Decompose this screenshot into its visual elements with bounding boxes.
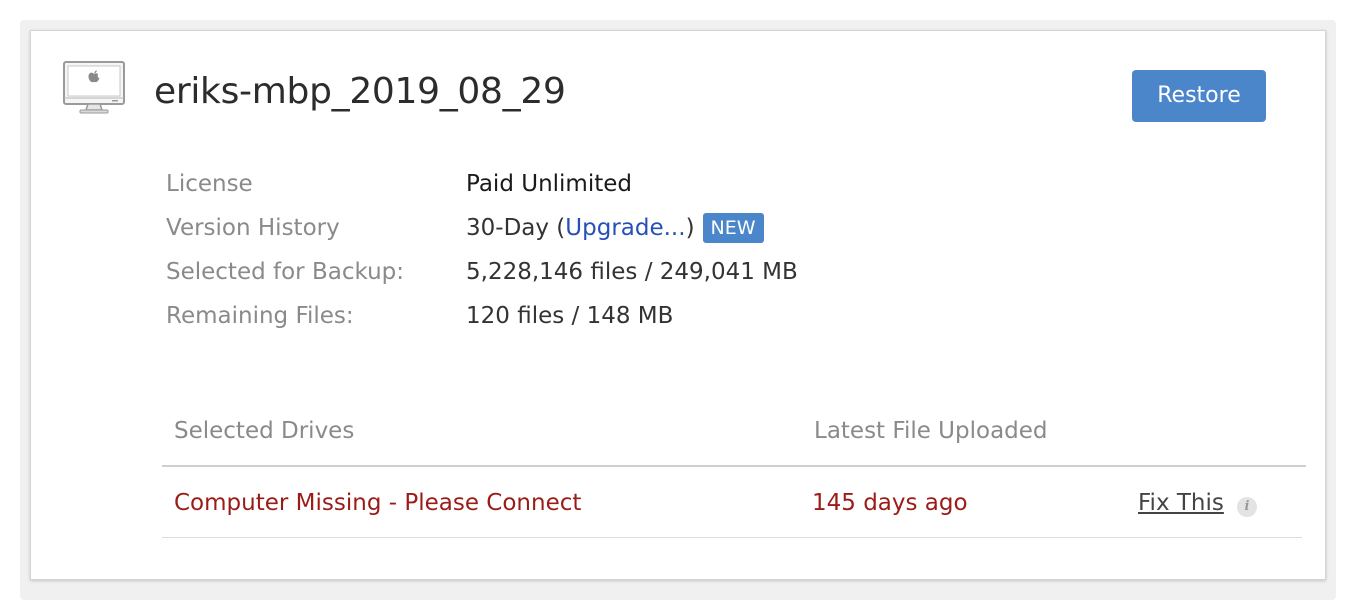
version-history-prefix: 30-Day (	[466, 215, 566, 241]
latest-upload-cell: 145 days ago	[812, 490, 968, 516]
fix-this-link[interactable]: Fix This	[1138, 487, 1224, 519]
selected-drives-header: Selected Drives	[174, 418, 355, 444]
version-history-suffix: )	[685, 215, 695, 241]
license-value: Paid Unlimited	[466, 171, 632, 197]
license-label: License	[166, 171, 253, 197]
version-history-value: 30-Day (Upgrade...) NEW	[466, 213, 764, 243]
restore-button[interactable]: Restore	[1132, 70, 1266, 122]
selected-backup-value: 5,228,146 files / 249,041 MB	[466, 259, 798, 285]
upgrade-link[interactable]: Upgrade...	[565, 215, 685, 241]
apple-imac-icon	[63, 61, 125, 114]
new-badge: NEW	[702, 213, 764, 243]
table-header-divider	[162, 465, 1306, 467]
drive-status-cell: Computer Missing - Please Connect	[174, 490, 582, 516]
computer-name-title: eriks-mbp_2019_08_29	[154, 71, 566, 112]
remaining-files-value: 120 files / 148 MB	[466, 303, 674, 329]
version-history-label: Version History	[166, 215, 340, 241]
latest-file-uploaded-header: Latest File Uploaded	[814, 418, 1048, 444]
remaining-files-label: Remaining Files:	[166, 303, 354, 329]
table-row-divider	[162, 537, 1302, 538]
selected-backup-label: Selected for Backup:	[166, 259, 405, 285]
info-icon[interactable]: i	[1237, 497, 1257, 517]
